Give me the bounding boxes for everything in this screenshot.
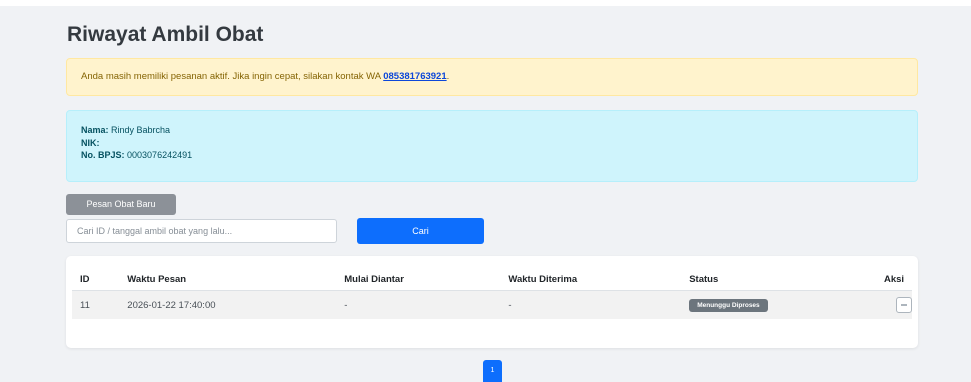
page-title: Riwayat Ambil Obat [67, 23, 264, 46]
header-status: Status [681, 268, 876, 291]
cell-waktu-pesan: 2026-01-22 17:40:00 [119, 290, 337, 319]
header-waktu-diterima: Waktu Diterima [500, 268, 682, 291]
minus-icon [901, 304, 907, 306]
cell-status: Menunggu Diproses [681, 290, 876, 319]
alert-suffix: . [446, 71, 450, 82]
patient-name-value: Rindy Babrcha [111, 125, 171, 135]
history-card: ID Waktu Pesan Mulai Diantar Waktu Diter… [66, 256, 918, 348]
table-header-row: ID Waktu Pesan Mulai Diantar Waktu Diter… [72, 268, 912, 291]
header-mulai-diantar: Mulai Diantar [336, 268, 501, 291]
cell-waktu-diterima: - [500, 290, 682, 319]
history-table: ID Waktu Pesan Mulai Diantar Waktu Diter… [72, 268, 912, 319]
top-bar [0, 0, 971, 6]
patient-bpjs-row: No. BPJS: 0003076242491 [81, 149, 903, 162]
header-waktu-pesan: Waktu Pesan [119, 268, 337, 291]
search-input[interactable] [66, 219, 337, 243]
alert-text: Anda masih memiliki pesanan aktif. Jika … [81, 71, 384, 82]
status-badge: Menunggu Diproses [689, 298, 768, 312]
page: Riwayat Ambil Obat Anda masih memiliki p… [0, 0, 971, 382]
header-aksi: Aksi [876, 268, 912, 291]
whatsapp-link[interactable]: 085381763921 [383, 71, 446, 82]
patient-bpjs-value: 0003076242491 [127, 150, 193, 160]
search-button[interactable]: Cari [357, 218, 484, 244]
cell-aksi [876, 290, 912, 319]
patient-info: Nama: Rindy Babrcha NIK: No. BPJS: 00030… [66, 110, 918, 182]
row-action-button[interactable] [896, 297, 912, 313]
patient-nik-label: NIK: [81, 137, 100, 148]
new-order-button[interactable]: Pesan Obat Baru [66, 194, 176, 215]
patient-nik-row: NIK: [81, 137, 903, 150]
patient-name-label: Nama: [81, 125, 109, 135]
pagination-page-1[interactable]: 1 [483, 360, 502, 382]
active-order-alert: Anda masih memiliki pesanan aktif. Jika … [66, 58, 918, 96]
header-id: ID [72, 268, 120, 291]
table-row: 11 2026-01-22 17:40:00 - - Menunggu Dipr… [72, 290, 912, 319]
cell-id: 11 [72, 290, 120, 319]
patient-bpjs-label: No. BPJS: [81, 150, 125, 160]
cell-mulai-diantar: - [336, 290, 501, 319]
patient-name-row: Nama: Rindy Babrcha [81, 124, 903, 137]
